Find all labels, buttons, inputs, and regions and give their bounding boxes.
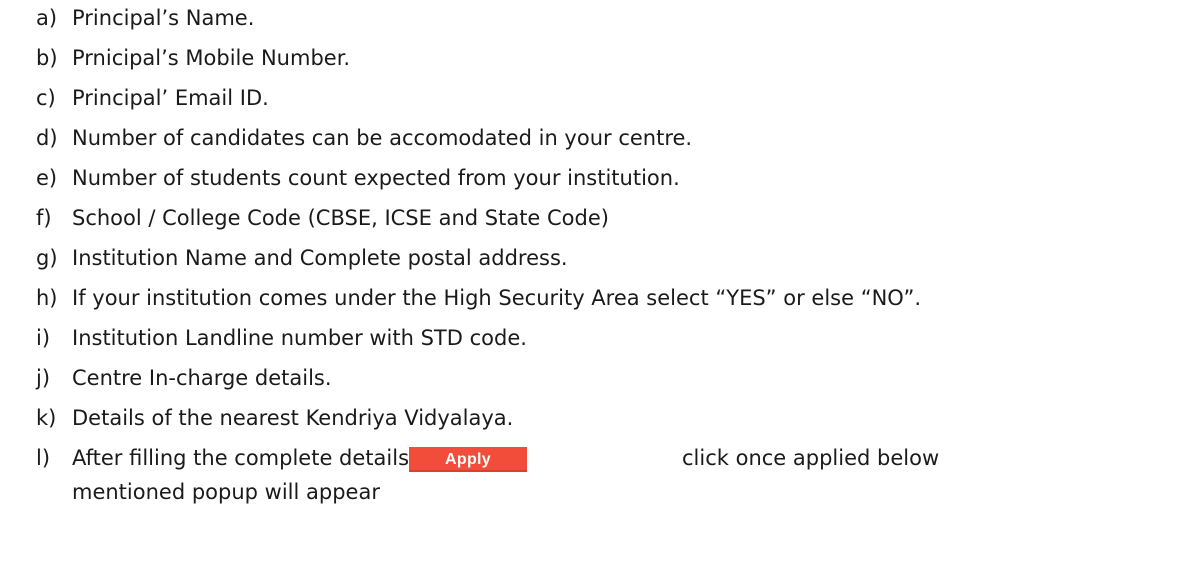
list-marker: f)	[36, 206, 52, 230]
list-marker: d)	[36, 126, 58, 150]
list-marker: e)	[36, 166, 58, 190]
list-item-l: l) After filling the complete details Ap…	[36, 443, 1156, 513]
list-text: Number of students count expected from y…	[72, 166, 680, 190]
list-text-after-button: click once applied below	[682, 446, 940, 470]
list-text: Centre In-charge details.	[72, 366, 332, 390]
list-marker: j)	[36, 366, 51, 390]
list-marker: g)	[36, 246, 58, 270]
list-text-line2: mentioned popup will appear	[72, 480, 380, 504]
list-text: Details of the nearest Kendriya Vidyalay…	[72, 406, 514, 430]
apply-button[interactable]: Apply	[409, 447, 527, 472]
list-marker: k)	[36, 406, 57, 430]
list-text: Institution Name and Complete postal add…	[72, 246, 568, 270]
list-item-l-line1: After filling the complete details Apply…	[72, 443, 1152, 473]
list-text: If your institution comes under the High…	[72, 286, 921, 310]
list-marker: h)	[36, 286, 58, 310]
list-marker: i)	[36, 326, 51, 350]
list-text: Principal’ Email ID.	[72, 86, 269, 110]
list-text: School / College Code (CBSE, ICSE and St…	[72, 206, 609, 230]
list-text: Number of candidates can be accomodated …	[72, 126, 693, 150]
instruction-list: a) Principal’s Name. b) Prnicipal’s Mobi…	[0, 0, 1178, 576]
list-text: Institution Landline number with STD cod…	[72, 326, 527, 350]
list-text: Prnicipal’s Mobile Number.	[72, 46, 351, 70]
list-marker: a)	[36, 6, 58, 30]
list-marker: c)	[36, 86, 56, 110]
list-text-before-button: After filling the complete details	[72, 446, 410, 470]
list-text: Principal’s Name.	[72, 6, 255, 30]
list-marker: l)	[36, 446, 51, 470]
list-marker: b)	[36, 46, 58, 70]
